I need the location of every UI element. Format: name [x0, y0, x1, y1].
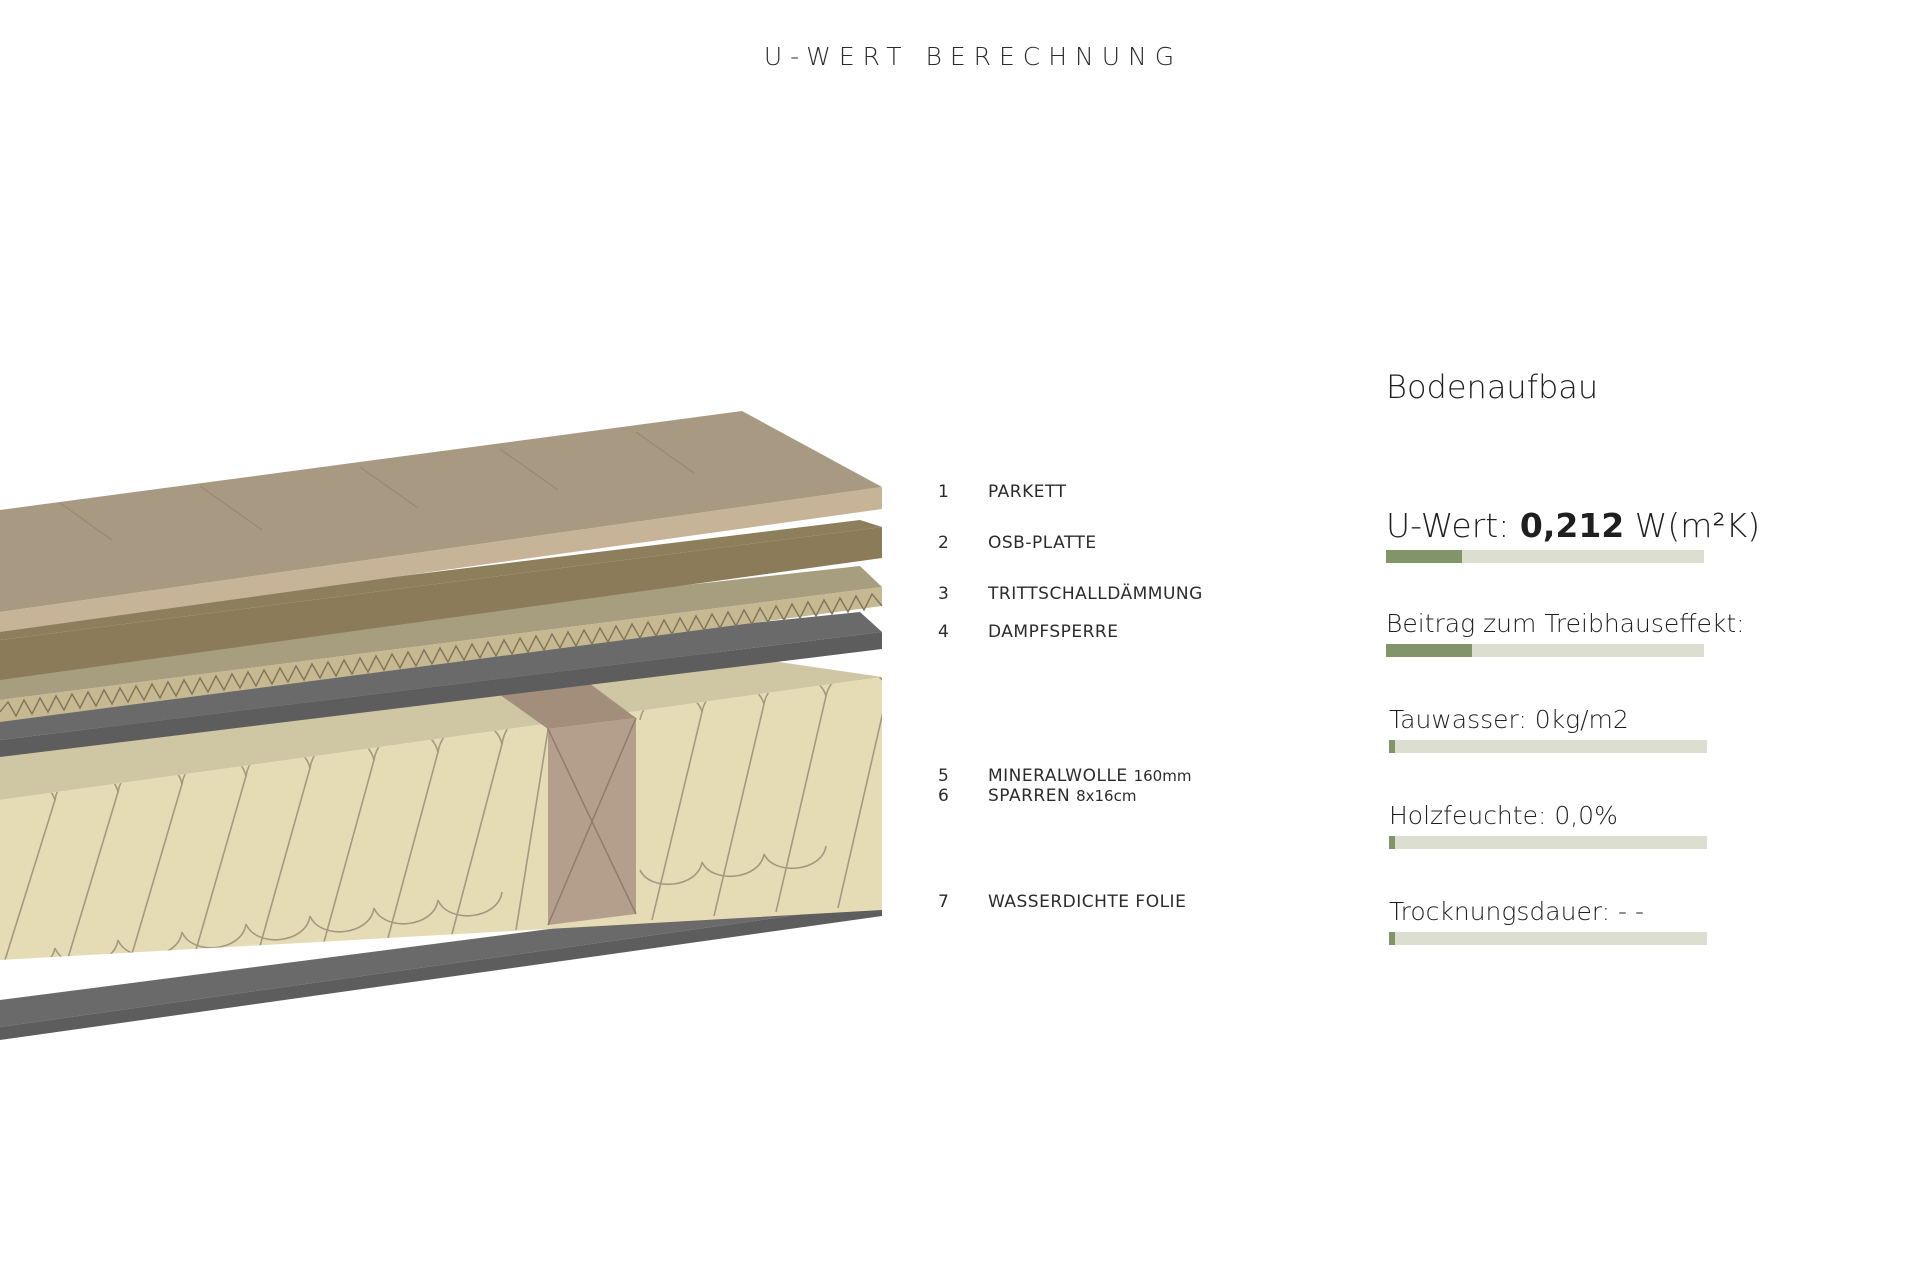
metric-bar — [1389, 836, 1707, 849]
metric-trocknungsdauer: Trocknungsdauer: - - — [1389, 896, 1709, 945]
u-value-bar-fill — [1386, 550, 1463, 563]
u-value-unit: W(m²K) — [1634, 506, 1761, 545]
u-value-caption: U-Wert: — [1386, 506, 1510, 545]
layer-number: 6 — [938, 786, 950, 806]
u-value-metric: U-Wert: 0,212 W(m²K) — [1386, 506, 1760, 563]
layer-name: TRITTSCHALLDÄMMUNG — [988, 584, 1203, 604]
layer-name-text: MINERALWOLLE — [988, 766, 1128, 786]
layer-name: DAMPFSPERRE — [988, 622, 1119, 642]
metric-bar-fill — [1389, 932, 1396, 945]
panel-title: Bodenaufbau — [1386, 368, 1599, 406]
u-value-number: 0,212 — [1519, 506, 1625, 545]
metric-label: Beitrag zum Treibhauseffekt: — [1386, 609, 1745, 638]
metric-treibhaus: Beitrag zum Treibhauseffekt: — [1386, 608, 1745, 657]
layer-unit: 8x16cm — [1076, 787, 1137, 805]
metric-bar-fill — [1389, 740, 1396, 753]
layer-name: MINERALWOLLE 160mm — [988, 766, 1191, 786]
layer-name-text: SPARREN — [988, 786, 1071, 806]
metric-bar-fill — [1389, 836, 1396, 849]
metric-bar — [1389, 932, 1707, 945]
metric-label: Holzfeuchte: 0,0% — [1389, 801, 1618, 830]
layer-name: SPARREN 8x16cm — [988, 786, 1136, 806]
layer-number: 5 — [938, 766, 950, 786]
metric-tauwasser: Tauwasser: 0kg/m2 — [1389, 704, 1709, 753]
u-value-label: U-Wert: 0,212 W(m²K) — [1386, 506, 1760, 546]
layer-number: 7 — [938, 892, 950, 912]
metric-label: Tauwasser: 0kg/m2 — [1389, 705, 1629, 734]
layer-name: PARKETT — [988, 482, 1067, 502]
metric-bar — [1389, 740, 1707, 753]
metric-label: Trocknungsdauer: - - — [1389, 897, 1645, 926]
layer-number: 1 — [938, 482, 950, 502]
layer-number: 3 — [938, 584, 950, 604]
layer-number: 4 — [938, 622, 950, 642]
layer-number: 2 — [938, 533, 950, 553]
metric-holzfeuchte: Holzfeuchte: 0,0% — [1389, 800, 1709, 849]
layer-name: OSB-PLATTE — [988, 533, 1097, 553]
metric-bar — [1386, 644, 1704, 657]
metric-bar-fill — [1386, 644, 1472, 657]
layer-unit: 160mm — [1133, 767, 1192, 785]
u-value-bar — [1386, 550, 1704, 563]
layer-name: WASSERDICHTE FOLIE — [988, 892, 1187, 912]
